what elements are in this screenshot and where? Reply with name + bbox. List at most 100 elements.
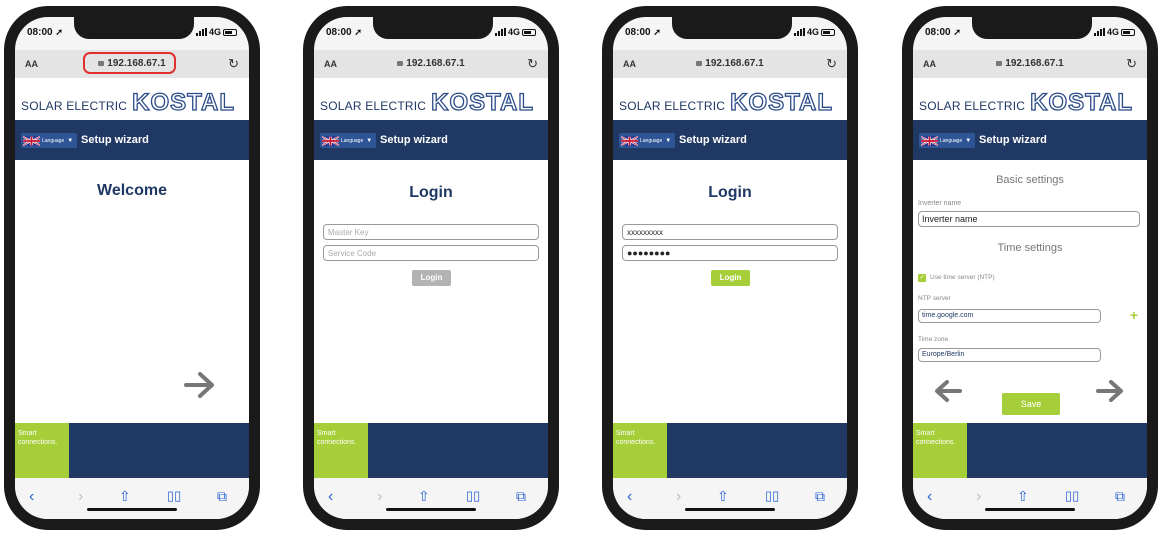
- phone-login-filled: 08:00 ➚ 4G AA 192.168.67.1 ↻ SOLAR ELECT…: [602, 6, 858, 530]
- browser-address-bar[interactable]: AA 192.168.67.1 ↻: [15, 50, 249, 78]
- share-icon[interactable]: ⇧: [717, 488, 729, 505]
- location-icon: ➚: [55, 27, 63, 37]
- tabs-icon[interactable]: ⧉: [815, 488, 825, 505]
- phone-screen: 08:00 ➚ 4G AA 192.168.67.1 ↻ SOLAR ELECT…: [913, 17, 1147, 519]
- forward-icon[interactable]: ›: [676, 488, 681, 506]
- instruction-figure: 08:00 ➚ 4G AA 192.168.67.1 ↻ SOLAR ELECT…: [0, 0, 1162, 533]
- tabs-icon[interactable]: ⧉: [217, 488, 227, 505]
- arrow-left-icon[interactable]: [933, 379, 963, 403]
- signal-icon: [793, 28, 805, 36]
- signal-icon: [494, 28, 506, 36]
- arrow-right-icon[interactable]: [183, 370, 217, 400]
- service-code-input[interactable]: ●●●●●●●●: [622, 245, 838, 261]
- status-time: 08:00 ➚: [925, 27, 961, 38]
- language-selector[interactable]: Language ▼: [21, 133, 77, 148]
- ntp-checkbox[interactable]: ✓: [918, 274, 926, 282]
- language-label: Language: [341, 137, 364, 144]
- url-field[interactable]: 192.168.67.1: [913, 58, 1147, 69]
- bookmarks-icon[interactable]: ▯▯: [466, 488, 480, 504]
- share-icon[interactable]: ⇧: [119, 488, 131, 505]
- location-icon: ➚: [354, 27, 362, 37]
- chevron-down-icon: ▼: [67, 137, 74, 144]
- welcome-heading: Welcome: [97, 182, 167, 199]
- brand-header: SOLAR ELECTRIC KOSTAL: [15, 78, 249, 120]
- language-label: Language: [42, 137, 65, 144]
- browser-toolbar: ‹ › ⇧ ▯▯ ⧉: [613, 478, 847, 519]
- phone-login-empty: 08:00 ➚ 4G AA 192.168.67.1 ↻ SOLAR ELECT…: [303, 6, 559, 530]
- status-time: 08:00 ➚: [625, 27, 661, 38]
- login-heading: Login: [409, 184, 453, 201]
- master-key-input[interactable]: Master Key: [323, 224, 539, 240]
- language-selector[interactable]: Language ▼: [919, 133, 975, 148]
- nav-bar: Language ▼ Setup wizard: [613, 120, 847, 160]
- forward-icon[interactable]: ›: [78, 488, 83, 506]
- browser-address-bar[interactable]: AA 192.168.67.1 ↻: [613, 50, 847, 78]
- setup-wizard-title: Setup wizard: [979, 134, 1047, 146]
- save-button[interactable]: Save: [1002, 393, 1060, 415]
- reload-icon[interactable]: ↻: [1126, 56, 1137, 72]
- browser-address-bar[interactable]: AA 192.168.67.1 ↻: [314, 50, 548, 78]
- url-field[interactable]: 192.168.67.1: [613, 58, 847, 69]
- back-icon[interactable]: ‹: [927, 488, 932, 506]
- tabs-icon[interactable]: ⧉: [516, 488, 526, 505]
- battery-icon: [223, 28, 237, 36]
- login-content: Login xxxxxxxxx ●●●●●●●● Login: [613, 160, 847, 423]
- login-heading: Login: [708, 184, 752, 201]
- url-field[interactable]: 192.168.67.1: [314, 58, 548, 69]
- reload-icon[interactable]: ↻: [527, 56, 538, 72]
- setup-wizard-title: Setup wizard: [81, 134, 149, 146]
- inverter-name-label: Inverter name: [918, 200, 962, 207]
- share-icon[interactable]: ⇧: [1017, 488, 1029, 505]
- home-indicator: [386, 508, 476, 511]
- back-icon[interactable]: ‹: [29, 488, 34, 506]
- browser-toolbar: ‹ › ⇧ ▯▯ ⧉: [15, 478, 249, 519]
- login-button[interactable]: Login: [412, 270, 451, 286]
- signal-icon: [195, 28, 207, 36]
- uk-flag-icon: [23, 135, 40, 146]
- brand-header: SOLAR ELECTRIC KOSTAL: [913, 78, 1147, 120]
- footer: Smart connections.: [613, 423, 847, 478]
- uk-flag-icon: [621, 135, 638, 146]
- login-content: Login Master Key Service Code Login: [314, 160, 548, 423]
- browser-address-bar[interactable]: AA 192.168.67.1 ↻: [913, 50, 1147, 78]
- login-button[interactable]: Login: [711, 270, 750, 286]
- phone-welcome: 08:00 ➚ 4G AA 192.168.67.1 ↻ SOLAR ELECT…: [4, 6, 260, 530]
- arrow-right-icon[interactable]: [1095, 379, 1125, 403]
- lock-icon: [696, 61, 703, 66]
- battery-icon: [1121, 28, 1135, 36]
- welcome-content: Welcome: [15, 160, 249, 423]
- tabs-icon[interactable]: ⧉: [1115, 488, 1125, 505]
- footer: Smart connections.: [913, 423, 1147, 478]
- brand-header: SOLAR ELECTRIC KOSTAL: [613, 78, 847, 120]
- master-key-input[interactable]: xxxxxxxxx: [622, 224, 838, 240]
- bookmarks-icon[interactable]: ▯▯: [765, 488, 779, 504]
- service-code-input[interactable]: Service Code: [323, 245, 539, 261]
- home-indicator: [985, 508, 1075, 511]
- add-server-icon[interactable]: +: [1130, 307, 1138, 323]
- language-selector[interactable]: Language ▼: [320, 133, 376, 148]
- smart-connections-tag: Smart connections.: [15, 423, 69, 478]
- browser-toolbar: ‹ › ⇧ ▯▯ ⧉: [913, 478, 1147, 519]
- inverter-name-input[interactable]: Inverter name: [918, 211, 1140, 227]
- reload-icon[interactable]: ↻: [826, 56, 837, 72]
- bookmarks-icon[interactable]: ▯▯: [167, 488, 181, 504]
- reload-icon[interactable]: ↻: [228, 56, 239, 72]
- home-indicator: [87, 508, 177, 511]
- ntp-server-input[interactable]: time.google.com: [918, 309, 1101, 323]
- time-zone-select[interactable]: Europe/Berlin: [918, 348, 1101, 362]
- bookmarks-icon[interactable]: ▯▯: [1065, 488, 1079, 504]
- phone-notch: [972, 17, 1092, 39]
- back-icon[interactable]: ‹: [627, 488, 632, 506]
- battery-icon: [821, 28, 835, 36]
- share-icon[interactable]: ⇧: [418, 488, 430, 505]
- language-selector[interactable]: Language ▼: [619, 133, 675, 148]
- forward-icon[interactable]: ›: [377, 488, 382, 506]
- phone-notch: [373, 17, 493, 39]
- smart-connections-tag: Smart connections.: [613, 423, 667, 478]
- ntp-server-label: NTP server: [918, 295, 951, 302]
- location-icon: ➚: [653, 27, 661, 37]
- nav-bar: Language ▼ Setup wizard: [314, 120, 548, 160]
- phone-screen: 08:00 ➚ 4G AA 192.168.67.1 ↻ SOLAR ELECT…: [613, 17, 847, 519]
- forward-icon[interactable]: ›: [976, 488, 981, 506]
- back-icon[interactable]: ‹: [328, 488, 333, 506]
